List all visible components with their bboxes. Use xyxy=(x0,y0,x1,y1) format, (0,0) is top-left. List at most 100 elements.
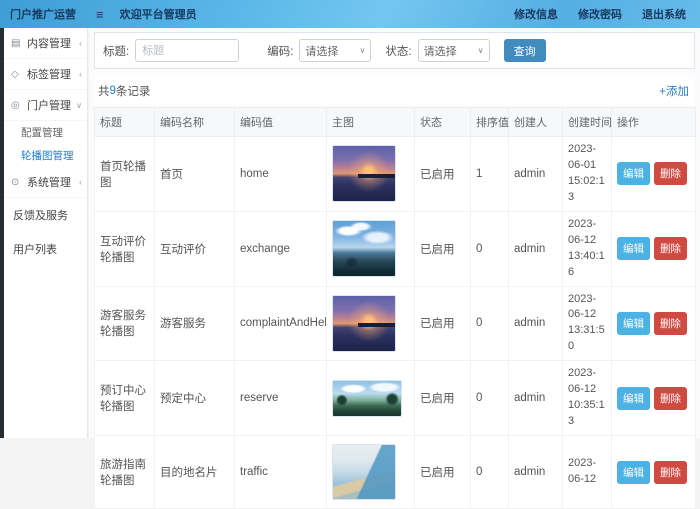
status-select[interactable]: 请选择 ∨ xyxy=(418,39,490,62)
query-button[interactable]: 查询 xyxy=(504,39,546,62)
records-prefix: 共 xyxy=(98,83,110,99)
edit-password-link[interactable]: 修改密码 xyxy=(578,6,622,22)
cell-code-value: complaintAndHelp xyxy=(235,286,327,361)
brand-title: 门户推广运营 xyxy=(0,6,88,22)
cell-status: 已启用 xyxy=(415,361,471,436)
cell-status: 已启用 xyxy=(415,137,471,212)
chevron-down-icon xyxy=(76,100,82,110)
chevron-left-icon xyxy=(79,69,82,79)
hamburger-menu-icon[interactable]: ≡ xyxy=(96,7,104,22)
delete-button[interactable]: 删除 xyxy=(654,237,687,260)
cell-code-name: 预定中心 xyxy=(155,361,235,436)
cell-creator: admin xyxy=(509,286,563,361)
delete-button[interactable]: 删除 xyxy=(654,312,687,335)
cell-code-value: traffic xyxy=(235,436,327,509)
chevron-down-icon: ∨ xyxy=(478,46,484,55)
logout-link[interactable]: 退出系统 xyxy=(642,6,686,22)
sidebar-item-label: 内容管理 xyxy=(27,35,79,51)
cell-sort: 0 xyxy=(471,286,509,361)
cell-created: 2023-06-12 13:40:16 xyxy=(563,211,612,286)
cell-status: 已启用 xyxy=(415,211,471,286)
top-bar: 门户推广运营 ≡ 欢迎平台管理员 修改信息 修改密码 退出系统 xyxy=(0,0,700,28)
cell-code-name: 首页 xyxy=(155,137,235,212)
edit-button[interactable]: 编辑 xyxy=(617,387,650,410)
cell-creator: admin xyxy=(509,361,563,436)
chevron-left-icon xyxy=(79,177,82,187)
delete-button[interactable]: 删除 xyxy=(654,461,687,484)
table-row: 旅游指南轮播图 目的地名片 traffic 已启用 0 admin 2023-0… xyxy=(95,436,696,509)
cell-sort: 0 xyxy=(471,211,509,286)
sidebar: 内容管理 标签管理 门户管理 配置管理 轮播图管理 系统管理 反馈及服务 用户列… xyxy=(4,28,88,438)
sidebar-item-feedback-service[interactable]: 反馈及服务 xyxy=(4,198,87,232)
col-header-actions: 操作 xyxy=(612,108,696,137)
col-header-status: 状态 xyxy=(415,108,471,137)
sidebar-item-portal-mgmt[interactable]: 门户管理 xyxy=(4,90,87,121)
col-header-code-name: 编码名称 xyxy=(155,108,235,137)
carousel-thumbnail xyxy=(332,380,402,417)
sidebar-item-label: 系统管理 xyxy=(27,174,79,190)
cell-code-name: 游客服务 xyxy=(155,286,235,361)
cell-created: 2023-06-01 15:02:13 xyxy=(563,137,612,212)
carousel-thumbnail xyxy=(332,295,396,352)
chevron-down-icon: ∨ xyxy=(360,46,366,55)
edit-info-link[interactable]: 修改信息 xyxy=(514,6,558,22)
carousel-thumbnail xyxy=(332,444,396,500)
sidebar-item-user-list[interactable]: 用户列表 xyxy=(4,232,87,266)
table-header-row: 标题 编码名称 编码值 主图 状态 排序值 创建人 创建时间 操作 xyxy=(95,108,696,137)
table-row: 互动评价轮播图 互动评价 exchange 已启用 0 admin 2023-0… xyxy=(95,211,696,286)
cell-status: 已启用 xyxy=(415,436,471,509)
edit-button[interactable]: 编辑 xyxy=(617,162,650,185)
carousel-table: 标题 编码名称 编码值 主图 状态 排序值 创建人 创建时间 操作 首页轮播图 … xyxy=(94,107,696,509)
col-header-sort: 排序值 xyxy=(471,108,509,137)
cell-creator: admin xyxy=(509,436,563,509)
system-icon xyxy=(11,177,24,188)
table-row: 首页轮播图 首页 home 已启用 1 admin 2023-06-01 15:… xyxy=(95,137,696,212)
col-header-code-value: 编码值 xyxy=(235,108,327,137)
cell-title: 预订中心轮播图 xyxy=(95,361,155,436)
cell-creator: admin xyxy=(509,211,563,286)
cell-code-name: 目的地名片 xyxy=(155,436,235,509)
edit-button[interactable]: 编辑 xyxy=(617,237,650,260)
content-icon xyxy=(11,38,24,49)
code-select-value: 请选择 xyxy=(305,43,359,59)
tag-icon xyxy=(11,69,24,80)
sidebar-item-label: 标签管理 xyxy=(27,66,79,82)
cell-sort: 0 xyxy=(471,361,509,436)
edit-button[interactable]: 编辑 xyxy=(617,312,650,335)
status-label: 状态: xyxy=(385,43,411,59)
code-select[interactable]: 请选择 ∨ xyxy=(299,39,371,62)
sidebar-item-content-mgmt[interactable]: 内容管理 xyxy=(4,28,87,59)
code-label: 编码: xyxy=(267,43,293,59)
sidebar-subitem-config-mgmt[interactable]: 配置管理 xyxy=(4,121,87,144)
cell-created: 2023-06-12 xyxy=(563,436,612,509)
chevron-left-icon xyxy=(79,38,82,48)
carousel-thumbnail xyxy=(332,220,396,277)
cell-sort: 1 xyxy=(471,137,509,212)
main-content: 标题: 编码: 请选择 ∨ 状态: 请选择 ∨ 查询 共 9 条记录 +添加 标… xyxy=(89,28,700,438)
gear-icon xyxy=(11,100,24,111)
cell-created: 2023-06-12 10:35:13 xyxy=(563,361,612,436)
title-input[interactable] xyxy=(135,39,239,62)
records-suffix: 条记录 xyxy=(116,83,151,99)
sidebar-item-system-mgmt[interactable]: 系统管理 xyxy=(4,167,87,198)
title-label: 标题: xyxy=(103,43,129,59)
cell-code-value: home xyxy=(235,137,327,212)
status-select-value: 请选择 xyxy=(424,43,478,59)
sidebar-item-tag-mgmt[interactable]: 标签管理 xyxy=(4,59,87,90)
sidebar-subitem-carousel-mgmt[interactable]: 轮播图管理 xyxy=(4,144,87,167)
col-header-creator: 创建人 xyxy=(509,108,563,137)
col-header-main-image: 主图 xyxy=(327,108,415,137)
delete-button[interactable]: 删除 xyxy=(654,387,687,410)
cell-creator: admin xyxy=(509,137,563,212)
search-panel: 标题: 编码: 请选择 ∨ 状态: 请选择 ∨ 查询 xyxy=(94,32,695,69)
records-bar: 共 9 条记录 +添加 xyxy=(94,75,695,105)
delete-button[interactable]: 删除 xyxy=(654,162,687,185)
cell-title: 互动评价轮播图 xyxy=(95,211,155,286)
edit-button[interactable]: 编辑 xyxy=(617,461,650,484)
col-header-title: 标题 xyxy=(95,108,155,137)
cell-title: 首页轮播图 xyxy=(95,137,155,212)
col-header-created: 创建时间 xyxy=(563,108,612,137)
welcome-text: 欢迎平台管理员 xyxy=(120,6,197,22)
add-button[interactable]: +添加 xyxy=(659,83,689,99)
cell-created: 2023-06-12 13:31:50 xyxy=(563,286,612,361)
